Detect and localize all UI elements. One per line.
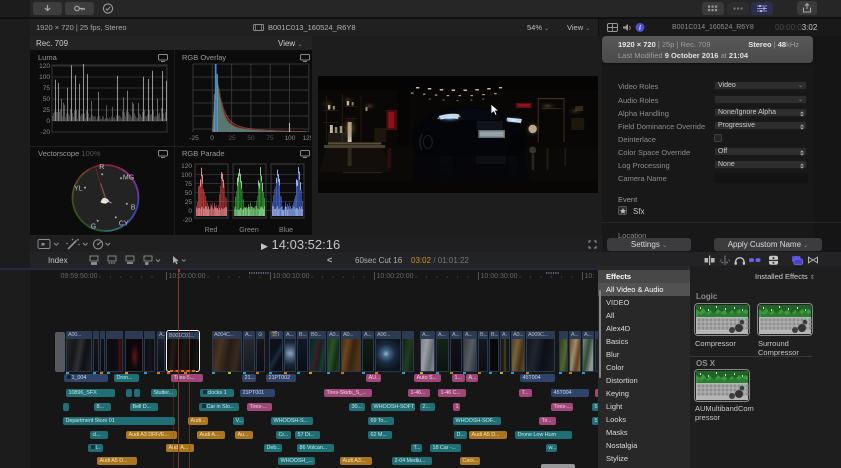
- svg-text:50: 50: [43, 96, 51, 103]
- svg-text:YL: YL: [74, 186, 83, 193]
- svg-text:0: 0: [188, 208, 192, 215]
- svg-text:R: R: [99, 164, 104, 171]
- svg-text:120: 120: [181, 163, 192, 170]
- svg-text:-20: -20: [183, 217, 193, 224]
- svg-text:Blue: Blue: [279, 227, 293, 234]
- svg-text:75: 75: [266, 135, 274, 142]
- svg-text:0: 0: [46, 118, 50, 125]
- svg-text:B: B: [131, 205, 136, 212]
- svg-text:25: 25: [228, 135, 236, 142]
- svg-text:25: 25: [185, 199, 193, 206]
- svg-text:75: 75: [43, 85, 51, 92]
- svg-text:CY: CY: [119, 220, 129, 227]
- svg-text:100: 100: [285, 135, 296, 142]
- svg-text:120: 120: [39, 63, 50, 70]
- svg-text:0: 0: [210, 135, 214, 142]
- svg-text:-25: -25: [189, 135, 199, 142]
- svg-text:100: 100: [181, 172, 192, 179]
- svg-text:50: 50: [247, 135, 255, 142]
- svg-text:100: 100: [39, 74, 50, 81]
- svg-text:G: G: [91, 224, 96, 231]
- svg-text:125: 125: [303, 135, 311, 142]
- svg-text:i: i: [639, 24, 641, 32]
- svg-text:MG: MG: [123, 174, 134, 181]
- svg-text:75: 75: [185, 181, 193, 188]
- svg-text:25: 25: [43, 107, 51, 114]
- svg-text:Green: Green: [239, 227, 259, 234]
- svg-text:50: 50: [185, 190, 193, 197]
- svg-text:-20: -20: [41, 129, 51, 136]
- svg-text:Red: Red: [205, 227, 218, 234]
